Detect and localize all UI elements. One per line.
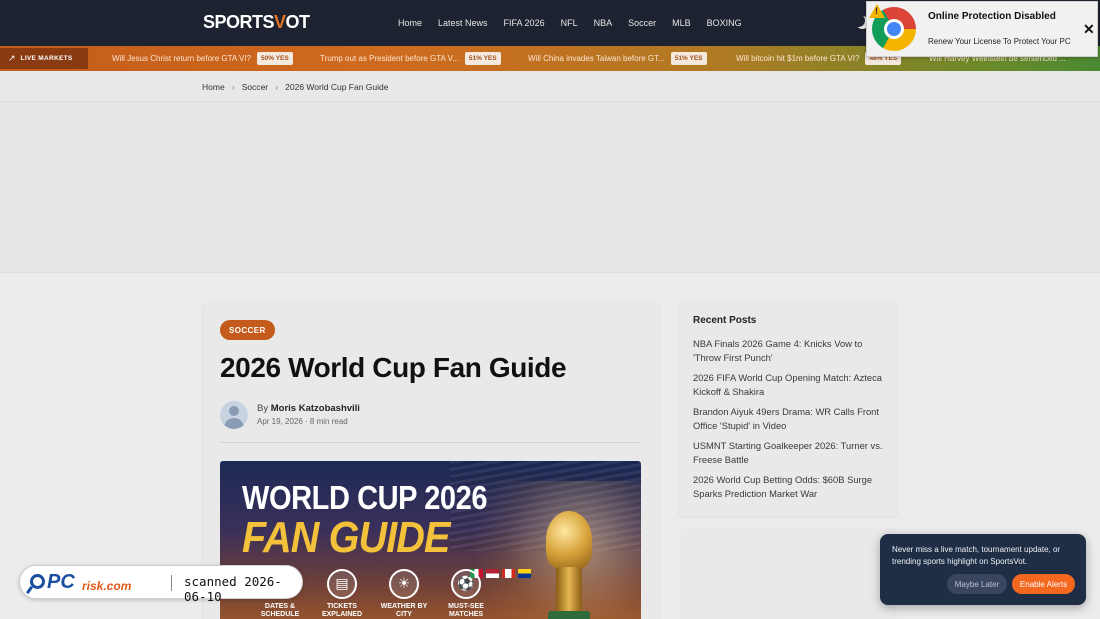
browser-notification[interactable]: Online Protection Disabled Renew Your Li… (866, 1, 1098, 57)
alerts-prompt-text: Never miss a live match, tournament upda… (892, 545, 1061, 566)
odds-pill: 51% YES (670, 52, 707, 65)
category-badge[interactable]: SOCCER (220, 320, 275, 340)
author-avatar[interactable] (220, 401, 248, 429)
nav-fifa-2026[interactable]: FIFA 2026 (504, 18, 545, 28)
nav-nba[interactable]: NBA (594, 18, 613, 28)
chevron-right-icon: › (231, 82, 235, 92)
ad-placeholder (0, 102, 1100, 273)
maybe-later-button[interactable]: Maybe Later (947, 574, 1007, 594)
sidebar-ad-placeholder (679, 528, 897, 619)
breadcrumb: Home › Soccer › 2026 World Cup Fan Guide (202, 82, 388, 92)
trend-up-icon: ↗ (8, 53, 16, 64)
trophy-graphic (538, 511, 600, 619)
nav-boxing[interactable]: BOXING (707, 18, 742, 28)
recent-posts: Recent Posts NBA Finals 2026 Game 4: Kni… (679, 302, 897, 516)
divider (171, 575, 172, 591)
divider (220, 442, 641, 443)
hero-feature: ⚽ MUST-SEE MATCHES (441, 569, 491, 618)
site-logo[interactable]: SPORTSVOT (203, 12, 310, 33)
byline: By Moris Katzobashvili (257, 403, 360, 414)
article-title: 2026 World Cup Fan Guide (220, 352, 567, 383)
breadcrumb-home[interactable]: Home (202, 82, 225, 92)
hero-feature: ▤ TICKETS EXPLAINED (317, 569, 367, 618)
weather-icon: ☀ (389, 569, 419, 599)
nav-home[interactable]: Home (398, 18, 422, 28)
breadcrumb-bar: Home › Soccer › 2026 World Cup Fan Guide (0, 71, 1100, 102)
recent-post-link[interactable]: NBA Finals 2026 Game 4: Knicks Vow to 'T… (693, 337, 889, 364)
nav-latest-news[interactable]: Latest News (438, 18, 488, 28)
pcrisk-logo: PC risk.com (30, 571, 155, 594)
recent-post-link[interactable]: 2026 FIFA World Cup Opening Match: Aztec… (693, 371, 889, 398)
breadcrumb-current: 2026 World Cup Fan Guide (285, 82, 389, 92)
odds-pill: 51% YES (464, 52, 501, 65)
chevron-right-icon: › (275, 82, 279, 92)
author-name[interactable]: Moris Katzobashvili (271, 403, 360, 414)
recent-post-link[interactable]: USMNT Starting Goalkeeper 2026: Turner v… (693, 439, 889, 466)
scan-date: scanned 2026-06-10 (184, 574, 282, 604)
recent-posts-list: NBA Finals 2026 Game 4: Knicks Vow to 'T… (693, 337, 889, 507)
magnifier-icon (30, 574, 45, 589)
odds-pill: 50% YES (257, 52, 293, 65)
alerts-prompt: Never miss a live match, tournament upda… (880, 534, 1086, 605)
hero-title-line1: WORLD CUP 2026 (242, 479, 488, 516)
recent-post-link[interactable]: 2026 World Cup Betting Odds: $60B Surge … (693, 473, 889, 500)
ticket-icon: ▤ (327, 569, 357, 599)
nav-nfl[interactable]: NFL (561, 18, 578, 28)
article-meta: Apr 19, 2026 · 8 min read (257, 417, 348, 426)
ball-icon: ⚽ (451, 569, 481, 599)
recent-post-link[interactable]: Brandon Aiyuk 49ers Drama: WR Calls Fron… (693, 405, 889, 432)
recent-posts-title: Recent Posts (693, 315, 757, 326)
warning-icon (869, 4, 885, 18)
notification-body: Renew Your License To Protect Your PC (928, 37, 1071, 46)
hero-title-line2: FAN GUIDE (242, 513, 450, 562)
live-markets-badge: ↗ LIVE MARKETS (0, 48, 88, 69)
ticker-item[interactable]: Trump out as President before GTA V... 5… (320, 46, 501, 71)
nav-mlb[interactable]: MLB (672, 18, 691, 28)
notification-title: Online Protection Disabled (928, 11, 1056, 22)
pcrisk-watermark: PC risk.com scanned 2026-06-10 (19, 565, 303, 604)
ticker-item[interactable]: Will China invades Taiwan before GT... 5… (528, 46, 707, 71)
enable-alerts-button[interactable]: Enable Alerts (1012, 574, 1075, 594)
hero-feature: ☀ WEATHER BY CITY (379, 569, 429, 618)
ticker-item[interactable]: Will Jesus Christ return before GTA VI? … (112, 46, 293, 71)
nav-soccer[interactable]: Soccer (628, 18, 656, 28)
breadcrumb-soccer[interactable]: Soccer (242, 82, 268, 92)
close-icon[interactable]: ✕ (1083, 21, 1095, 38)
main-nav: Home Latest News FIFA 2026 NFL NBA Socce… (390, 0, 750, 46)
